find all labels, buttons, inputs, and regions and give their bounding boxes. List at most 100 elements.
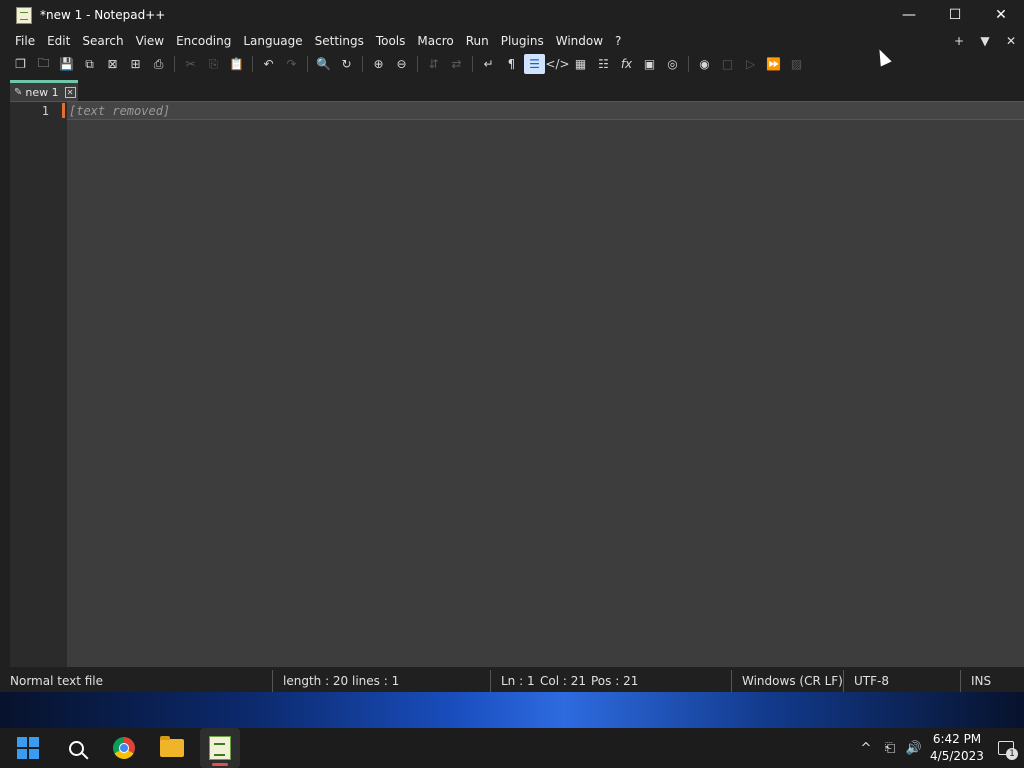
- open-file-icon[interactable]: 🗀: [33, 54, 54, 74]
- toolbar-separator: [307, 56, 308, 72]
- replace-icon[interactable]: ↻: [336, 54, 357, 74]
- notification-center-button[interactable]: 1: [988, 728, 1024, 768]
- zoom-in-icon[interactable]: ⊕: [368, 54, 389, 74]
- notification-count-badge: 1: [1006, 748, 1018, 760]
- toolbar-separator: [174, 56, 175, 72]
- clock-time: 6:42 PM: [932, 732, 982, 746]
- status-lines: lines : 1: [352, 674, 400, 688]
- editor-area[interactable]: 1 [text removed]: [10, 101, 1024, 667]
- menu-encoding[interactable]: Encoding: [170, 30, 237, 52]
- fold-margin[interactable]: [60, 102, 67, 667]
- zoom-out-icon[interactable]: ⊖: [391, 54, 412, 74]
- status-length: length : 20: [272, 670, 348, 692]
- status-bar: Normal text file length : 20 lines : 1 L…: [0, 670, 1024, 692]
- close-button[interactable]: ✕: [978, 0, 1024, 30]
- status-encoding[interactable]: UTF-8: [843, 670, 960, 692]
- save-macro-icon[interactable]: ▨: [786, 54, 807, 74]
- sync-vertical-icon[interactable]: ⇵: [423, 54, 444, 74]
- tab-label: new 1: [25, 86, 59, 99]
- tab-controls: + ▼ ✕: [946, 34, 1024, 48]
- save-all-icon[interactable]: ⧉: [79, 54, 100, 74]
- title-bar[interactable]: *new 1 - Notepad++ — ☐ ✕: [0, 0, 1024, 30]
- menu-macro[interactable]: Macro: [411, 30, 459, 52]
- status-eol[interactable]: Windows (CR LF): [731, 670, 843, 692]
- menu-language[interactable]: Language: [237, 30, 308, 52]
- taskbar-chrome[interactable]: [104, 728, 144, 768]
- menu-help[interactable]: ?: [609, 30, 627, 52]
- toolbar-separator: [362, 56, 363, 72]
- document-map-icon[interactable]: ▦: [570, 54, 591, 74]
- print-icon[interactable]: ⎙: [148, 54, 169, 74]
- indent-guide-icon[interactable]: ☰: [524, 54, 545, 74]
- toolbar-separator: [472, 56, 473, 72]
- status-insert-mode[interactable]: INS: [960, 670, 1010, 692]
- menu-view[interactable]: View: [130, 30, 170, 52]
- tab-list-button[interactable]: ▼: [972, 34, 998, 48]
- redo-icon[interactable]: ↷: [281, 54, 302, 74]
- close-icon[interactable]: ⊠: [102, 54, 123, 74]
- toolbar-separator: [688, 56, 689, 72]
- word-wrap-icon[interactable]: ↵: [478, 54, 499, 74]
- undo-icon[interactable]: ↶: [258, 54, 279, 74]
- xml-tag-icon[interactable]: </>: [545, 54, 569, 74]
- menu-window[interactable]: Window: [550, 30, 609, 52]
- close-all-icon[interactable]: ⊞: [125, 54, 146, 74]
- notepad-plus-plus-window: *new 1 - Notepad++ — ☐ ✕ File Edit Searc…: [0, 0, 1024, 692]
- show-all-characters-icon[interactable]: ¶: [501, 54, 522, 74]
- menu-bar: File Edit Search View Encoding Language …: [0, 30, 1024, 52]
- close-tab-button[interactable]: ✕: [998, 34, 1024, 48]
- system-tray: ^ ⎗ 🔊 6:42 PM 4/5/2023 1: [854, 728, 1024, 768]
- playback-macro-icon[interactable]: ▷: [740, 54, 761, 74]
- paste-icon[interactable]: 📋: [226, 54, 247, 74]
- show-hidden-icons-chevron-icon[interactable]: ^: [854, 728, 878, 768]
- taskbar-notepad-plus-plus[interactable]: [200, 728, 240, 768]
- record-macro-icon[interactable]: ◉: [694, 54, 715, 74]
- tab-bar: ✎ new 1 ✕: [0, 78, 1024, 102]
- editor-line[interactable]: [text removed]: [69, 104, 170, 118]
- line-number-gutter: 1: [10, 102, 67, 667]
- menu-plugins[interactable]: Plugins: [495, 30, 550, 52]
- menu-tools[interactable]: Tools: [370, 30, 412, 52]
- change-history-marker: [62, 103, 65, 118]
- cut-icon[interactable]: ✂: [180, 54, 201, 74]
- find-icon[interactable]: 🔍: [313, 54, 334, 74]
- window-title: *new 1 - Notepad++: [40, 8, 166, 22]
- taskbar-file-explorer[interactable]: [152, 728, 192, 768]
- windows-logo-icon: [17, 737, 39, 759]
- volume-icon[interactable]: 🔊: [902, 728, 926, 768]
- menu-search[interactable]: Search: [76, 30, 129, 52]
- status-file-type: Normal text file: [10, 674, 104, 688]
- status-col: Col : 21: [540, 674, 586, 688]
- maximize-button[interactable]: ☐: [932, 0, 978, 30]
- start-button[interactable]: [8, 728, 48, 768]
- toolbar: ❐ 🗀 💾 ⧉ ⊠ ⊞ ⎙ ✂ ⎘ 📋 ↶ ↷ 🔍 ↻ ⊕ ⊖ ⇵ ⇄ ↵ ¶ …: [0, 52, 1024, 76]
- new-file-icon[interactable]: ❐: [10, 54, 31, 74]
- function-list-icon[interactable]: fx: [616, 54, 637, 74]
- tab-close-icon[interactable]: ✕: [64, 87, 76, 98]
- menu-file[interactable]: File: [9, 30, 41, 52]
- tab-new-1[interactable]: ✎ new 1 ✕: [10, 80, 78, 102]
- folder-as-workspace-icon[interactable]: ▣: [639, 54, 660, 74]
- clock[interactable]: 6:42 PM 4/5/2023: [926, 731, 988, 765]
- document-list-icon[interactable]: ☷: [593, 54, 614, 74]
- menu-run[interactable]: Run: [460, 30, 495, 52]
- monitoring-icon[interactable]: ◎: [662, 54, 683, 74]
- clock-date: 4/5/2023: [930, 749, 984, 763]
- menu-edit[interactable]: Edit: [41, 30, 76, 52]
- status-ln: Ln : 1: [490, 670, 535, 692]
- minimize-button[interactable]: —: [886, 0, 932, 30]
- stop-recording-icon[interactable]: □: [717, 54, 738, 74]
- toolbar-separator: [417, 56, 418, 72]
- network-icon[interactable]: ⎗: [878, 728, 902, 768]
- save-icon[interactable]: 💾: [56, 54, 77, 74]
- menu-settings[interactable]: Settings: [309, 30, 370, 52]
- run-macro-multiple-icon[interactable]: ⏩: [763, 54, 784, 74]
- current-line-highlight: [67, 102, 1024, 120]
- taskbar-search-button[interactable]: [56, 728, 96, 768]
- notepad-plus-plus-icon[interactable]: [16, 6, 32, 24]
- copy-icon[interactable]: ⎘: [203, 54, 224, 74]
- desktop-wallpaper: [0, 690, 1024, 728]
- new-tab-button[interactable]: +: [946, 34, 972, 48]
- line-number: 1: [41, 104, 49, 118]
- sync-horizontal-icon[interactable]: ⇄: [446, 54, 467, 74]
